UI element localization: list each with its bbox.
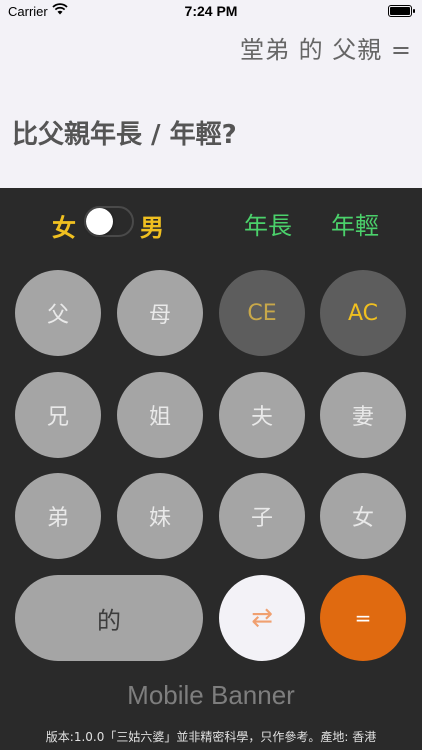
version-footer: 版本:1.0.0「三姑六婆」並非精密科學，只作參考。產地: 香港: [45, 730, 377, 744]
keypad: 女 男 年長 年輕 父 母 CE AC 兄 姐 夫 妻 弟 妹 子 女 的 ⇄ …: [0, 188, 422, 750]
of-key[interactable]: 的: [15, 575, 203, 661]
father-key[interactable]: 父: [15, 270, 101, 356]
toggle-knob: [86, 208, 113, 235]
mobile-banner[interactable]: Mobile Banner: [0, 680, 422, 711]
gender-female-label: 女: [52, 214, 76, 242]
son-key[interactable]: 子: [219, 473, 305, 559]
all-clear-key[interactable]: AC: [320, 270, 406, 356]
wife-key[interactable]: 妻: [320, 372, 406, 458]
daughter-key[interactable]: 女: [320, 473, 406, 559]
question-text: 比父親年長 / 年輕?: [12, 120, 237, 150]
result-display: 堂弟 的 父親 = 比父親年長 / 年輕?: [0, 22, 422, 188]
clear-entry-key[interactable]: CE: [219, 270, 305, 356]
mother-key[interactable]: 母: [117, 270, 203, 356]
younger-button[interactable]: 年輕: [331, 206, 379, 241]
expression-text: 堂弟 的 父親 =: [240, 36, 412, 64]
younger-brother-key[interactable]: 弟: [15, 473, 101, 559]
status-time: 7:24 PM: [184, 3, 238, 19]
elder-brother-key[interactable]: 兄: [15, 372, 101, 458]
battery-icon: [388, 5, 415, 17]
younger-sister-key[interactable]: 妹: [117, 473, 203, 559]
status-bar: Carrier 7:24 PM: [0, 0, 422, 22]
gender-male-label: 男: [140, 214, 164, 242]
older-button[interactable]: 年長: [244, 206, 292, 241]
elder-sister-key[interactable]: 姐: [117, 372, 203, 458]
equals-key[interactable]: =: [320, 575, 406, 661]
swap-icon[interactable]: ⇄: [219, 575, 305, 661]
husband-key[interactable]: 夫: [219, 372, 305, 458]
gender-toggle[interactable]: [84, 206, 134, 237]
